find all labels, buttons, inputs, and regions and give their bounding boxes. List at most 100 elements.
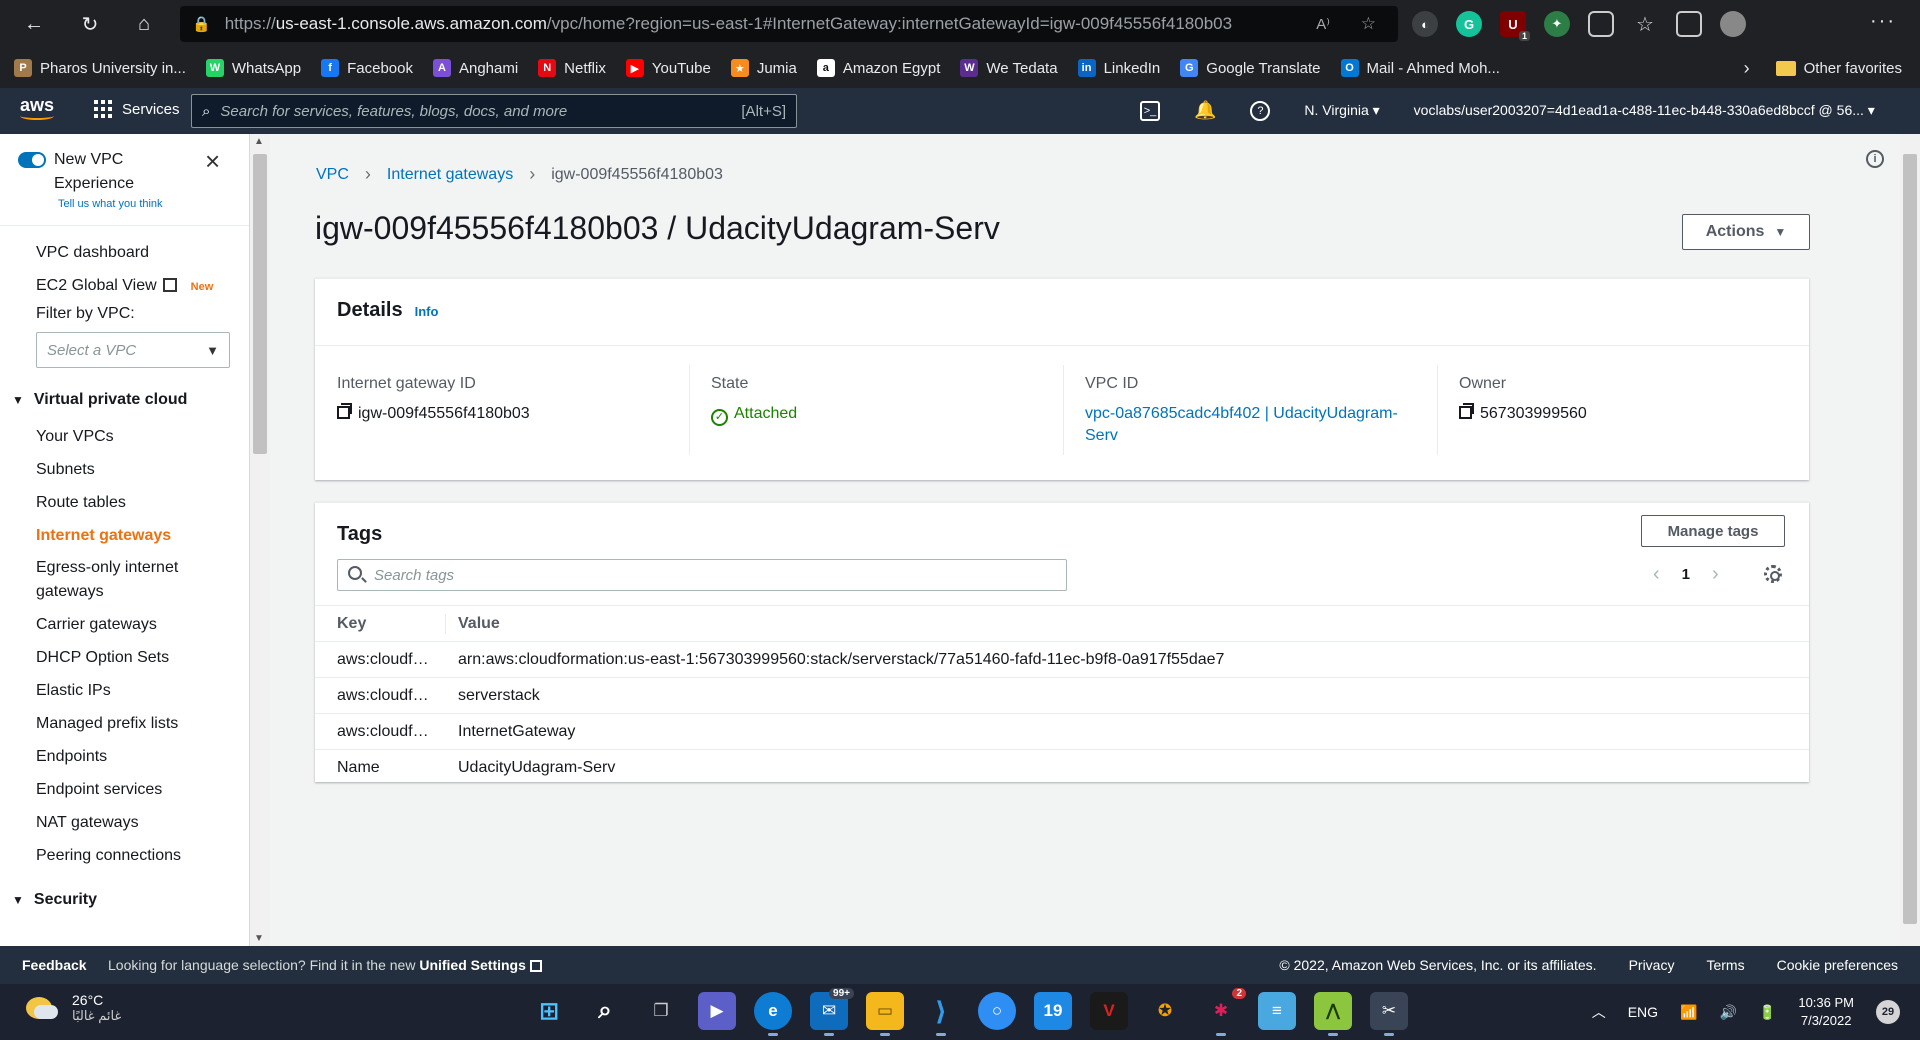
weather-widget[interactable]: 26°C غائم غالبًا (26, 992, 121, 1024)
calendar-app-icon[interactable]: 19 (1034, 992, 1072, 1030)
extension-leaf-icon[interactable]: ✦ (1544, 11, 1570, 37)
extension-icon[interactable]: ◐ (1412, 11, 1438, 37)
help-icon[interactable]: ? (1250, 100, 1271, 121)
terms-link[interactable]: Terms (1706, 957, 1744, 973)
tell-us-link[interactable]: Tell us what you think (58, 198, 163, 210)
favorites-icon[interactable]: ☆ (1632, 11, 1658, 37)
collections-icon[interactable] (1676, 11, 1702, 37)
wifi-icon[interactable]: 📶 (1680, 1004, 1697, 1021)
services-menu-button[interactable]: Services (94, 100, 180, 118)
app-circle-icon[interactable]: ○ (978, 992, 1016, 1030)
sidebar-item-subnets[interactable]: Subnets (0, 453, 249, 486)
reload-icon[interactable]: ↻ (68, 6, 112, 42)
sidebar-item-managed-prefix-lists[interactable]: Managed prefix lists (0, 707, 249, 740)
address-bar[interactable]: 🔒 https://us-east-1.console.aws.amazon.c… (180, 6, 1398, 42)
bell-icon[interactable]: 🔔 (1194, 100, 1216, 121)
gear-icon[interactable] (1764, 565, 1782, 583)
read-aloud-icon[interactable]: A⁾ (1316, 15, 1330, 33)
favorite-star-icon[interactable]: ☆ (1361, 14, 1376, 34)
sidebar-item-nat-gateways[interactable]: NAT gateways (0, 806, 249, 839)
sidebar-scrollbar[interactable]: ▲ ▼ (250, 134, 270, 946)
region-selector[interactable]: N. Virginia ▾ (1304, 102, 1379, 119)
home-icon[interactable]: ⌂ (122, 6, 166, 42)
mail-icon[interactable]: ✉ 99+ (810, 988, 854, 1036)
sidebar-item-dhcp-option-sets[interactable]: DHCP Option Sets (0, 641, 249, 674)
notepad-icon[interactable]: ≡ (1258, 992, 1296, 1030)
more-menu-icon[interactable]: ··· (1870, 10, 1896, 33)
sidebar-item-endpoints[interactable]: Endpoints (0, 740, 249, 773)
bookmark-item[interactable]: in LinkedIn (1077, 59, 1160, 77)
chevron-left-icon[interactable]: ‹ (1653, 563, 1660, 586)
bookmark-item[interactable]: O Mail - Ahmed Moh... (1340, 59, 1500, 77)
aws-logo[interactable]: aws (20, 95, 54, 120)
scrollbar-thumb[interactable] (253, 154, 267, 454)
search-tags-input[interactable]: Search tags (337, 559, 1067, 591)
bookmark-item[interactable]: W WhatsApp (205, 59, 301, 77)
bookmark-item[interactable]: A Anghami (432, 59, 518, 77)
profile-avatar[interactable] (1720, 11, 1746, 37)
bookmark-item[interactable]: ▶ YouTube (625, 59, 711, 77)
task-view-icon[interactable]: ❐ (642, 992, 680, 1030)
unified-settings-link[interactable]: Unified Settings (419, 957, 526, 973)
scroll-down-icon[interactable]: ▼ (254, 933, 264, 944)
sidebar-item-peering-connections[interactable]: Peering connections (0, 839, 249, 872)
cloudshell-icon[interactable]: >_ (1140, 100, 1160, 121)
sidebar-item-endpoint-services[interactable]: Endpoint services (0, 773, 249, 806)
start-icon[interactable]: ⊞ (530, 992, 568, 1030)
breadcrumb-vpc[interactable]: VPC (316, 166, 349, 184)
battery-icon[interactable]: 🔋 (1759, 1004, 1776, 1021)
file-explorer-icon[interactable]: ▭ (866, 992, 904, 1036)
sidebar-item-internet-gateways[interactable]: Internet gateways (0, 519, 249, 552)
section-virtual-private-cloud[interactable]: ▼ Virtual private cloud (0, 380, 249, 420)
sidebar-item-egress-only-internet-gateways[interactable]: Egress-only internet gateways (0, 552, 230, 608)
sidebar-item-elastic-ips[interactable]: Elastic IPs (0, 674, 249, 707)
scroll-up-icon[interactable]: ▲ (254, 136, 264, 147)
section-security[interactable]: ▼ Security (0, 880, 249, 920)
aws-search-input[interactable]: ⌕ Search for services, features, blogs, … (191, 94, 797, 128)
account-menu[interactable]: voclabs/user2003207=4d1ead1a-c488-11ec-b… (1414, 102, 1875, 119)
game-launcher-icon[interactable]: ✪ (1146, 992, 1184, 1030)
search-icon[interactable]: ⌕ (586, 992, 624, 1030)
ublock-icon[interactable]: U1 (1500, 11, 1530, 41)
bookmark-item[interactable]: P Pharos University in... (14, 59, 186, 77)
vpc-filter-select[interactable]: Select a VPC ▼ (36, 332, 230, 368)
valorant-icon[interactable]: V (1090, 992, 1128, 1030)
vscode-icon[interactable]: ⟩ (922, 992, 960, 1036)
language-indicator[interactable]: ENG (1628, 1004, 1658, 1020)
sidebar-item-route-tables[interactable]: Route tables (0, 486, 249, 519)
chevron-right-icon[interactable]: › (1712, 563, 1719, 586)
other-favorites[interactable]: Other favorites (1775, 60, 1902, 77)
teams-chat-icon[interactable]: ▶ (698, 992, 736, 1030)
page-number[interactable]: 1 (1682, 566, 1690, 583)
copy-icon[interactable] (337, 403, 352, 419)
info-panel-icon[interactable]: i (1866, 150, 1884, 168)
cookie-preferences-link[interactable]: Cookie preferences (1777, 957, 1898, 973)
copy-icon[interactable] (1459, 403, 1474, 419)
chevron-up-icon[interactable]: ︿ (1592, 1002, 1606, 1022)
sidebar-item-carrier-gateways[interactable]: Carrier gateways (0, 608, 249, 641)
back-icon[interactable]: ← (12, 6, 56, 42)
sidebar-item-your-vpcs[interactable]: Your VPCs (0, 420, 249, 453)
manage-tags-button[interactable]: Manage tags (1641, 515, 1785, 547)
scrollbar-thumb[interactable] (1903, 154, 1917, 924)
new-vpc-toggle[interactable] (18, 152, 46, 168)
bookmark-item[interactable]: ★ Jumia (730, 59, 797, 77)
slack-icon[interactable]: ✱ 2 (1202, 988, 1246, 1036)
grammarly-icon[interactable]: G (1456, 11, 1482, 37)
bookmark-item[interactable]: G Google Translate (1180, 59, 1321, 77)
bookmark-item[interactable]: N Netflix (538, 59, 606, 77)
main-scrollbar[interactable] (1900, 134, 1920, 946)
column-header-key[interactable]: Key (315, 615, 445, 633)
column-header-value[interactable]: Value (445, 613, 500, 634)
feedback-link[interactable]: Feedback (22, 957, 87, 973)
bookmark-item[interactable]: W We Tedata (960, 59, 1058, 77)
close-icon[interactable]: × (205, 146, 220, 177)
edge-icon[interactable]: e (754, 992, 792, 1036)
clock[interactable]: 10:36 PM 7/3/2022 (1798, 994, 1854, 1030)
android-studio-icon[interactable]: ⋀ (1314, 992, 1352, 1036)
notification-badge[interactable]: 29 (1876, 1000, 1900, 1024)
bookmark-item[interactable]: f Facebook (321, 59, 413, 77)
bookmark-item[interactable]: a Amazon Egypt (816, 59, 940, 77)
details-info-link[interactable]: Info (415, 304, 439, 319)
chevron-right-icon[interactable]: › (1744, 58, 1750, 79)
